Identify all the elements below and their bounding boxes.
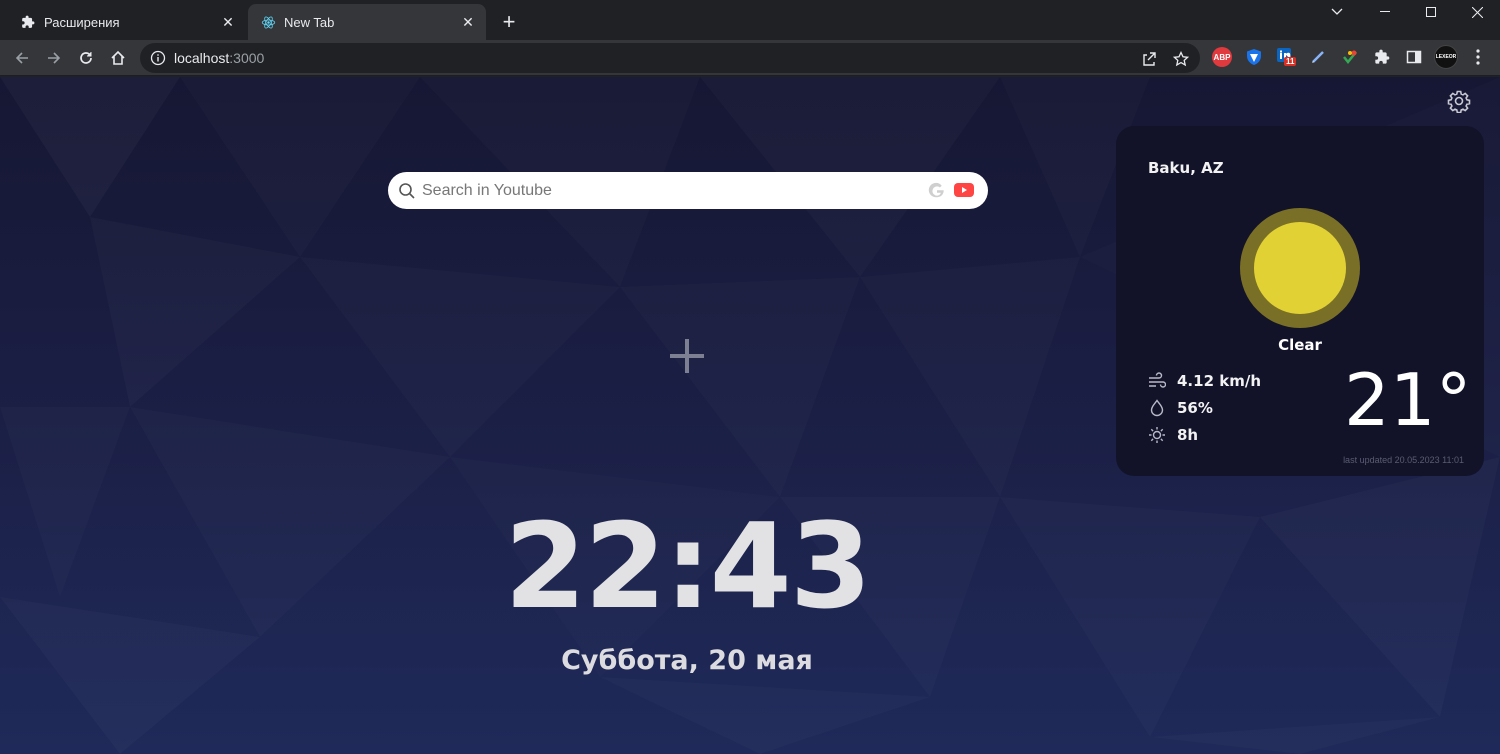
react-icon [260,14,276,30]
minimize-button[interactable] [1362,0,1408,24]
clock-date: Суббота, 20 мая [561,645,813,676]
settings-gear-button[interactable] [1447,89,1471,114]
search-bar[interactable] [388,172,988,209]
pencil-extension-icon[interactable] [1308,47,1328,67]
weather-humidity: 56% [1148,399,1213,417]
close-window-button[interactable] [1454,0,1500,24]
weather-city: Baku, AZ [1148,159,1224,177]
tab-title: Расширения [44,14,120,30]
color-picker-extension-icon[interactable] [1340,47,1360,67]
plus-icon [670,339,704,373]
address-bar[interactable]: localhost:3000 [140,43,1200,73]
browser-titlebar: Расширения ✕ New Tab ✕ + [0,0,1500,40]
new-tab-page: 22:43 Суббота, 20 мая Baku, AZ Clear 4.1… [0,77,1500,754]
new-tab-button[interactable]: + [496,9,522,35]
site-info-icon[interactable] [150,50,166,66]
water-drop-icon [1148,399,1166,417]
youtube-search-icon[interactable] [954,182,974,198]
weather-condition: Clear [1278,336,1322,354]
add-shortcut-button[interactable] [664,333,710,379]
weather-daylight: 8h [1148,426,1198,444]
bookmark-star-icon[interactable] [1172,50,1190,68]
forward-button[interactable] [40,44,68,72]
tab-title: New Tab [284,14,335,30]
adblock-plus-icon[interactable]: ABP [1212,47,1232,67]
search-icon [398,182,416,200]
search-input[interactable] [422,181,912,200]
profile-avatar[interactable]: LEXEOR [1434,45,1458,69]
linkedin-badge: 11 [1284,57,1297,66]
avatar-label: LEXEOR [1435,54,1457,60]
clock-time: 22:43 [504,497,872,635]
humidity-value: 56% [1177,399,1213,417]
reload-button[interactable] [72,44,100,72]
shield-extension-icon[interactable] [1244,47,1264,67]
linkedin-extension-icon[interactable]: 11 [1276,47,1297,67]
back-button[interactable] [8,44,36,72]
extensions-puzzle-icon[interactable] [1372,47,1392,67]
wind-value: 4.12 km/h [1177,372,1261,390]
tab-new-tab[interactable]: New Tab ✕ [248,4,486,40]
weather-wind: 4.12 km/h [1148,372,1261,390]
google-search-icon[interactable] [928,181,946,199]
home-button[interactable] [104,44,132,72]
browser-menu-icon[interactable] [1468,47,1488,67]
weather-last-updated: last updated 20.05.2023 11:01 [1343,455,1464,465]
url-port: :3000 [229,50,265,66]
url-host: localhost [174,50,230,66]
maximize-button[interactable] [1408,0,1454,24]
gear-icon [1447,90,1471,114]
share-icon[interactable] [1140,50,1158,68]
puzzle-icon [20,14,36,30]
close-tab-icon[interactable]: ✕ [458,12,478,32]
browser-toolbar: localhost:3000 ABP 11 LEXEOR [0,40,1500,76]
sun-small-icon [1148,426,1166,444]
adblock-label: ABP [1213,52,1231,62]
daylight-value: 8h [1177,426,1199,444]
tab-search-chevron-icon[interactable] [1314,0,1360,24]
weather-card: Baku, AZ Clear 4.12 km/h 56% 8h 21° last… [1116,126,1484,476]
wind-icon [1148,372,1167,390]
tab-extensions[interactable]: Расширения ✕ [8,4,246,40]
sun-icon [1240,208,1360,328]
weather-temperature: 21° [1344,358,1472,442]
close-tab-icon[interactable]: ✕ [218,12,238,32]
side-panel-icon[interactable] [1404,47,1424,67]
